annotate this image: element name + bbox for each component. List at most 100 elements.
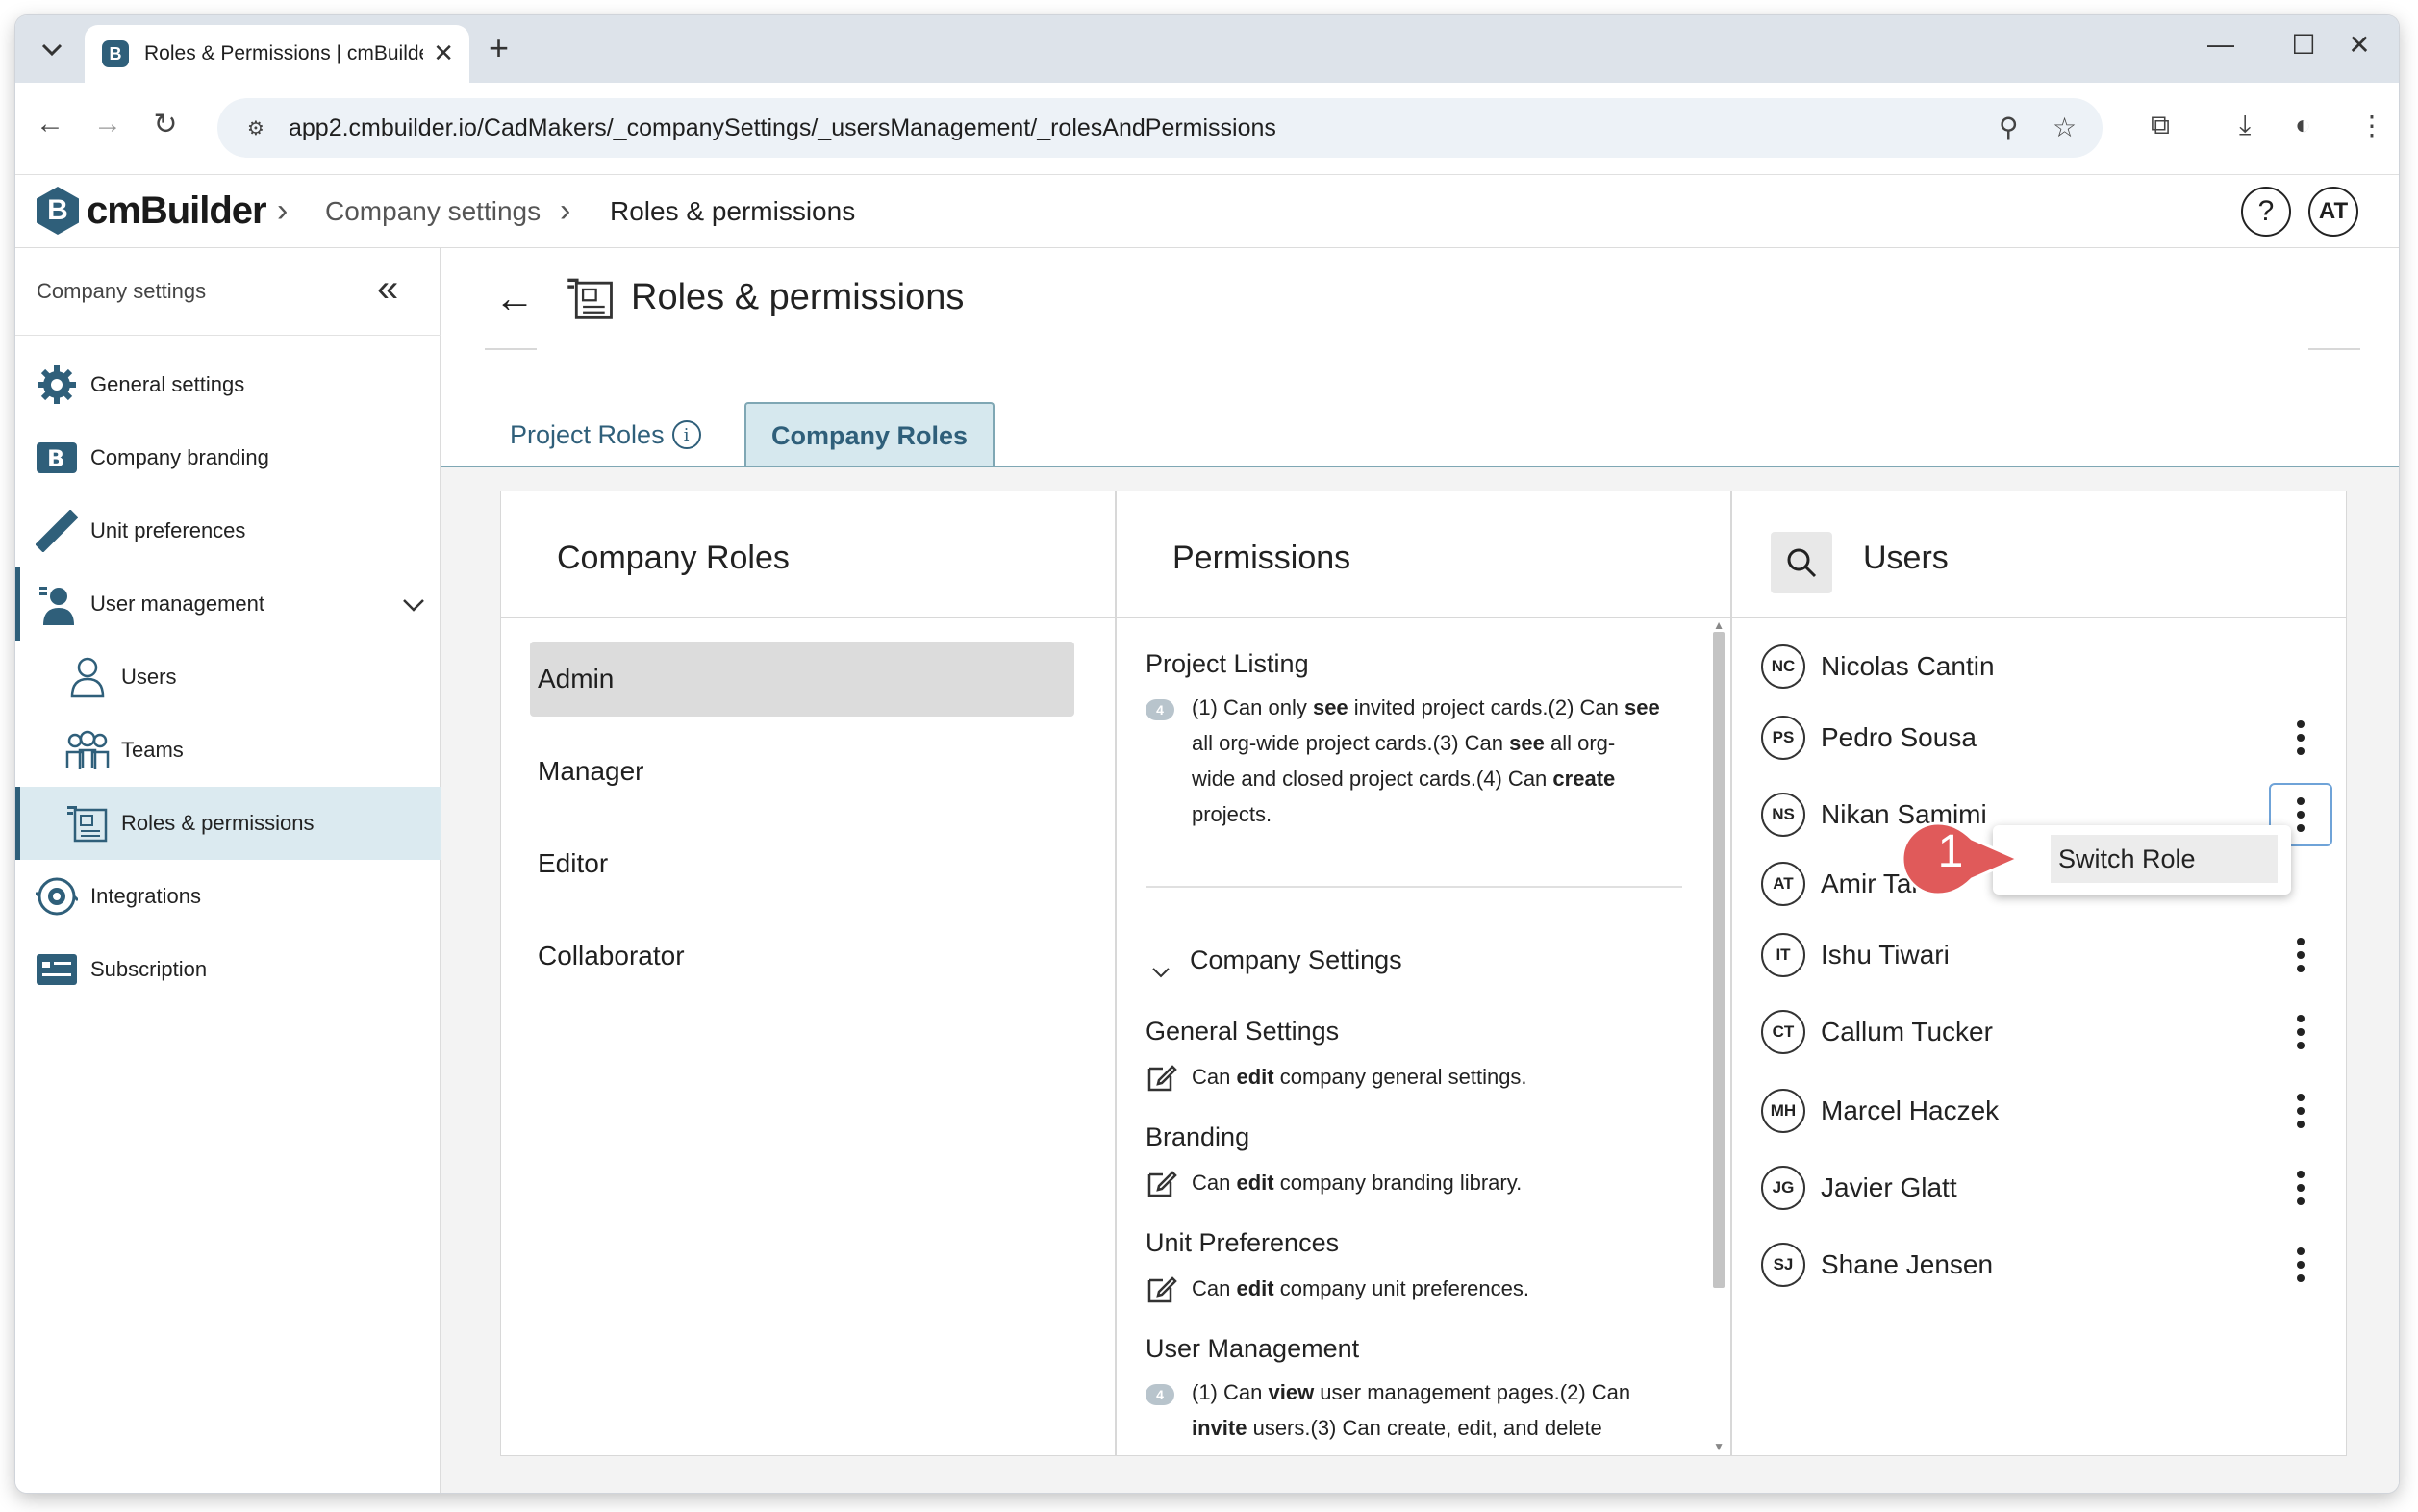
browser-tab[interactable]: B Roles & Permissions | cmBuilder ✕ [85,25,469,83]
sidebar-item-label: User management [90,592,264,616]
user-more-button[interactable] [2269,706,2332,769]
breadcrumb-roles-permissions: Roles & permissions [610,196,856,226]
page-title: Roles & permissions [631,277,965,317]
sidebar-item-teams[interactable]: Teams [15,714,441,787]
scrollbar-thumb[interactable] [1713,632,1725,1288]
user-name: Nicolas Cantin [1821,651,1995,681]
extensions-icon[interactable]: ⧉ [2151,110,2170,141]
roles-icon [65,801,110,845]
company-settings-section[interactable]: Company Settings [1190,945,1402,975]
permissions-list[interactable]: Project Listing 4 (1) Can only see invit… [1117,618,1730,1455]
new-tab-icon[interactable]: + [489,29,509,67]
tab-company-roles[interactable]: Company Roles [744,402,995,467]
close-window-icon[interactable]: ✕ [2335,29,2383,61]
role-item-collaborator[interactable]: Collaborator [530,919,1074,994]
reload-icon[interactable]: ↻ [144,108,187,141]
permission-description: (1) Can only see invited project cards.(… [1192,695,1660,826]
close-tab-icon[interactable]: ✕ [433,38,454,68]
back-icon[interactable]: ← [29,108,71,140]
user-row[interactable]: IT Ishu Tiwari [1761,926,2319,984]
breadcrumb-company-settings[interactable]: Company settings [325,196,541,227]
more-vertical-icon [2297,720,2305,755]
site-settings-icon[interactable]: ⚙ [237,109,275,147]
profile-extension-icon[interactable]: ◐ [2295,110,2311,140]
divider [2308,348,2360,350]
sidebar-item-integrations[interactable]: Integrations [15,860,441,933]
switch-role-menu-item[interactable]: Switch Role [2051,835,2278,883]
panel-header: Permissions [1117,491,1730,618]
user-name: Callum Tucker [1821,1017,1993,1046]
user-name: Pedro Sousa [1821,722,1977,752]
sidebar-item-company-branding[interactable]: B Company branding [15,421,441,494]
address-bar[interactable]: ⚙ app2.cmbuilder.io/CadMakers/_companySe… [217,98,2103,158]
user-more-button[interactable] [2269,1156,2332,1220]
avatar: AT [1761,862,1805,906]
user-avatar[interactable]: AT [2308,187,2358,237]
user-name: Ishu Tiwari [1821,940,1950,970]
branding-icon: B [35,436,79,480]
chevron-down-icon [402,589,425,618]
user-more-button[interactable] [2269,1000,2332,1064]
step-callout-number: 1 [1937,826,1964,877]
browser-menu-icon[interactable]: ⋮ [2358,110,2385,141]
cmbuilder-logo[interactable]: B cmBuilder [37,187,267,235]
help-button[interactable]: ? [2241,187,2291,237]
search-button[interactable] [1771,532,1832,593]
zoom-icon[interactable]: ⚲ [1999,112,2019,143]
users-panel: Users NC Nicolas Cantin PS Pedro Sousa N… [1731,491,2347,1456]
user-row[interactable]: MH Marcel Haczek [1761,1082,2319,1140]
user-context-menu: Switch Role [1993,825,2291,895]
tab-strip: B Roles & Permissions | cmBuilder ✕ + — … [15,15,2399,83]
tab-search-button[interactable] [33,31,71,69]
sidebar-item-label: Unit preferences [90,518,246,542]
sidebar-item-user-management[interactable]: User management [15,567,441,641]
permission-heading: Branding [1146,1122,1250,1151]
company-roles-panel: Company Roles Admin Manager Editor Colla… [500,491,1116,1456]
more-vertical-icon [2297,938,2305,972]
sidebar-item-general-settings[interactable]: General settings [15,348,441,421]
more-vertical-icon [2297,1015,2305,1049]
sidebar-item-label: Subscription [90,957,208,981]
collapse-sidebar-icon[interactable]: « [377,267,398,311]
avatar: NC [1761,644,1805,689]
user-more-button[interactable] [2269,1233,2332,1297]
sidebar-item-users[interactable]: Users [15,641,441,714]
subscription-icon [35,947,79,992]
user-management-icon [35,582,79,626]
maximize-icon[interactable]: ☐ [2279,29,2328,61]
user-more-button[interactable] [2269,923,2332,987]
permission-heading: General Settings [1146,1017,1340,1046]
back-arrow-icon[interactable]: ← [494,275,535,321]
tab-project-roles[interactable]: Project Roles i [485,402,726,467]
user-name: Javier Glatt [1821,1172,1957,1202]
user-row[interactable]: PS Pedro Sousa [1761,709,2319,767]
tab-label: Company Roles [771,420,969,450]
integrations-icon [35,874,79,919]
download-icon[interactable]: ⤓ [2239,110,2251,141]
sidebar-item-label: Company branding [90,445,269,469]
user-row[interactable]: NC Nicolas Cantin [1761,638,2319,695]
user-row[interactable]: CT Callum Tucker [1761,1003,2319,1061]
count-badge: 4 [1146,699,1174,720]
info-icon[interactable]: i [671,420,701,449]
permission-description: Can edit company branding library. [1192,1171,1523,1195]
user-row[interactable]: SJ Shane Jensen [1761,1236,2319,1294]
logo-text: cmBuilder [87,189,267,232]
role-item-admin[interactable]: Admin [530,642,1074,717]
chevron-down-icon[interactable] [1151,959,1171,984]
forward-icon[interactable]: → [87,108,129,140]
scroll-up-icon[interactable]: ▲ [1713,618,1725,632]
edit-icon [1146,1273,1178,1305]
sidebar-item-unit-preferences[interactable]: Unit preferences [15,494,441,567]
role-item-manager[interactable]: Manager [530,734,1074,809]
scroll-down-icon[interactable]: ▼ [1713,1440,1725,1453]
role-item-editor[interactable]: Editor [530,826,1074,901]
bookmark-star-icon[interactable]: ☆ [2053,112,2077,143]
sidebar-item-subscription[interactable]: Subscription [15,933,441,1006]
sidebar-item-roles-permissions[interactable]: Roles & permissions [15,787,441,860]
user-more-button[interactable] [2269,1079,2332,1143]
ruler-icon [35,509,79,553]
chevron-down-icon [41,43,63,57]
minimize-icon[interactable]: — [2197,29,2245,60]
user-row[interactable]: JG Javier Glatt [1761,1159,2319,1217]
